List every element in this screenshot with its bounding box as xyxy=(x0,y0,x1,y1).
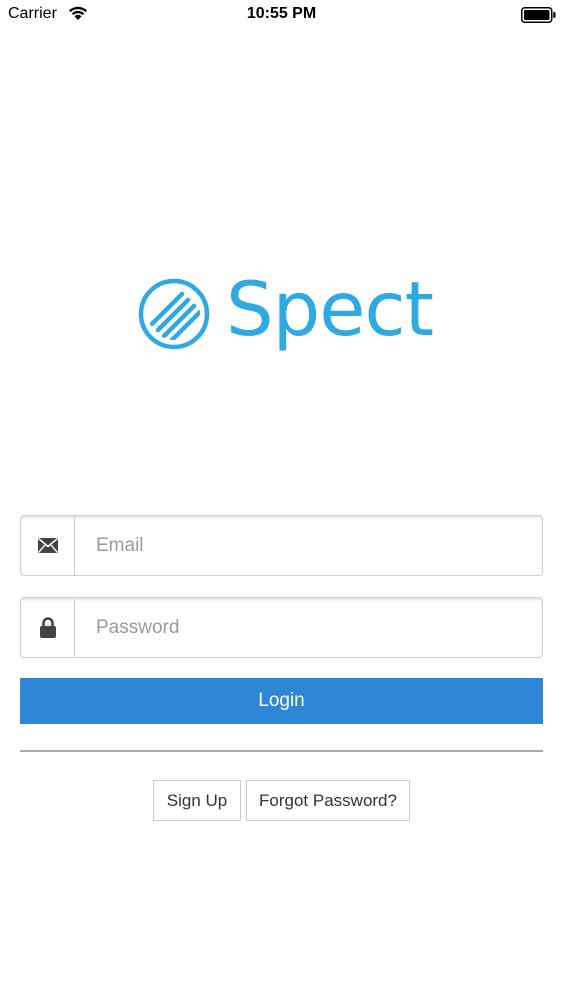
status-bar: Carrier 10:55 PM xyxy=(0,0,563,30)
lock-icon xyxy=(21,598,75,657)
status-time: 10:55 PM xyxy=(246,5,317,22)
envelope-icon xyxy=(21,516,75,575)
divider xyxy=(20,750,543,752)
password-input[interactable] xyxy=(76,598,541,657)
spect-logo: Spect xyxy=(138,265,438,355)
login-screen: Carrier 10:55 PM Spect Email Login Sign … xyxy=(0,0,563,1000)
email-field-group xyxy=(20,515,543,576)
forgot-password-button[interactable]: Forgot Password? xyxy=(246,780,410,821)
battery-icon xyxy=(521,7,557,23)
email-input[interactable] xyxy=(76,516,541,575)
login-button[interactable]: Login xyxy=(20,678,543,724)
password-field-group xyxy=(20,597,543,658)
logo-wordmark: Spect xyxy=(226,265,434,353)
spect-logo-icon xyxy=(138,278,210,350)
sign-up-button[interactable]: Sign Up xyxy=(153,780,241,821)
